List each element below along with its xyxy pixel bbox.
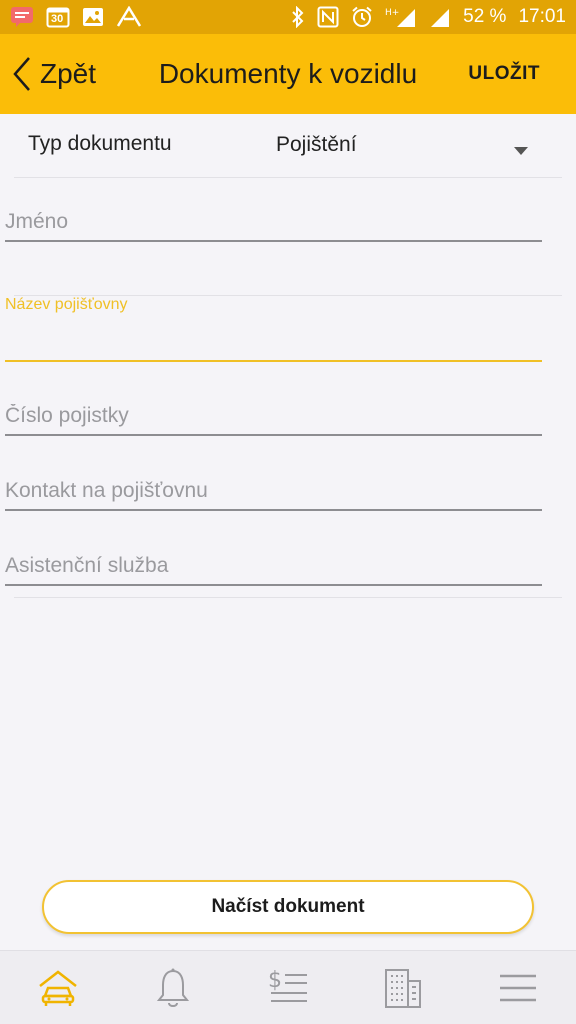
insurer-field-wrapper: Název pojišťovny (5, 296, 542, 362)
status-bar-left: 30 (10, 6, 142, 28)
back-label: Zpět (40, 58, 97, 89)
battery-percent: 52 % (463, 6, 507, 27)
nfc-icon (317, 6, 339, 28)
back-button[interactable]: Zpět (12, 34, 96, 114)
signal-icon (429, 6, 451, 28)
bell-icon (155, 967, 191, 1009)
building-icon (383, 967, 423, 1009)
dollar-list-icon: $ (267, 967, 309, 1009)
svg-text:$: $ (268, 968, 282, 993)
bottom-navigation: $ (0, 950, 576, 1024)
image-icon (82, 7, 104, 27)
save-button[interactable]: ULOŽIT (468, 34, 540, 114)
assistance-field-wrapper (5, 554, 542, 586)
status-bar-right: H+ 52 % 17:01 (291, 6, 566, 28)
app-bar: Zpět Dokumenty k vozidlu ULOŽIT (0, 34, 576, 114)
document-type-dropdown[interactable]: Pojištění (276, 114, 562, 178)
nav-item-menu[interactable] (488, 958, 548, 1018)
document-type-label: Typ dokumentu (28, 132, 172, 155)
contact-field-wrapper (5, 479, 542, 511)
calendar-icon: 30 (46, 6, 70, 28)
name-field-wrapper (5, 210, 542, 242)
load-document-button[interactable]: Načíst dokument (42, 880, 534, 934)
calendar-day: 30 (51, 13, 64, 25)
menu-icon (498, 973, 538, 1003)
status-bar: 30 H+ 52 % 17:01 (0, 0, 576, 34)
insurer-contact-field[interactable] (5, 479, 542, 511)
clock: 17:01 (518, 6, 566, 27)
car-home-icon (36, 968, 80, 1008)
signal-hplus-icon: H+ (385, 6, 417, 28)
document-type-row: Typ dokumentu Pojištění (14, 114, 562, 178)
alarm-icon (351, 6, 373, 28)
chevron-left-icon (12, 56, 32, 92)
insurer-name-field[interactable] (5, 330, 542, 362)
svg-text:H+: H+ (385, 8, 399, 18)
document-type-value: Pojištění (276, 133, 357, 156)
navigation-app-icon (116, 6, 142, 28)
nav-item-vehicle[interactable] (28, 958, 88, 1018)
nav-item-expenses[interactable]: $ (258, 958, 318, 1018)
policy-number-field[interactable] (5, 404, 542, 436)
insurer-field-label: Název pojišťovny (5, 296, 128, 313)
policy-field-wrapper (5, 404, 542, 436)
bluetooth-icon (291, 6, 305, 28)
dropdown-caret-icon (514, 142, 528, 160)
nav-item-services[interactable] (373, 958, 433, 1018)
name-field[interactable] (5, 210, 542, 242)
message-notification-icon (10, 6, 34, 28)
divider (14, 597, 562, 598)
nav-item-notifications[interactable] (143, 958, 203, 1018)
assistance-service-field[interactable] (5, 554, 542, 586)
